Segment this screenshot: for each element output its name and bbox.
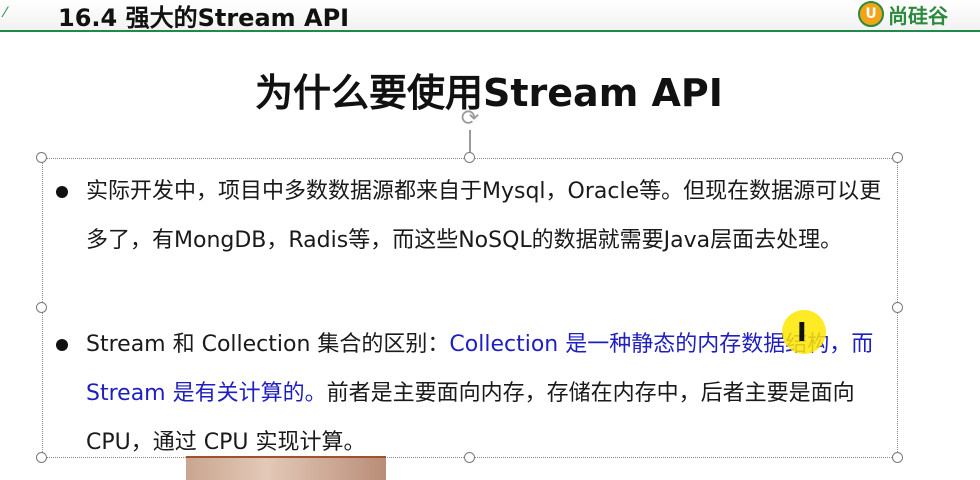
resize-handle-middle-right[interactable] [892, 302, 903, 313]
partial-thumbnail [186, 456, 386, 480]
bullet-dot-icon [56, 339, 68, 351]
resize-handle-middle-left[interactable] [36, 302, 47, 313]
brand-logo-icon: U [858, 1, 884, 27]
slide: ⁄ 16.4 强大的Stream API U 尚硅谷 为什么要使用Stream … [0, 0, 980, 480]
header-title: 16.4 强大的Stream API [58, 4, 350, 32]
resize-handle-top-left[interactable] [36, 152, 47, 163]
brand: U 尚硅谷 [858, 0, 948, 28]
header-bar: ⁄ 16.4 强大的Stream API U 尚硅谷 [0, 0, 980, 32]
resize-handle-top-center[interactable] [464, 152, 475, 163]
bullet-item: 实际开发中，项目中多数数据源都来自于Mysql，Oracle等。但现在数据源可以… [56, 167, 896, 265]
bullet-item: Stream 和 Collection 集合的区别：Collection 是一种… [56, 320, 896, 467]
bullet-dot-icon [56, 186, 68, 198]
bullet-prefix: Stream 和 Collection 集合的区别： [86, 332, 450, 357]
resize-handle-top-right[interactable] [892, 152, 903, 163]
resize-handle-bottom-left[interactable] [36, 452, 47, 463]
chevron-mark-icon: ⁄ [4, 5, 7, 21]
rotate-icon[interactable]: ⟳ [457, 106, 483, 132]
bullet-text: Stream 和 Collection 集合的区别：Collection 是一种… [86, 320, 886, 467]
brand-text: 尚硅谷 [888, 3, 948, 28]
slide-title: 为什么要使用Stream API [255, 71, 723, 115]
text-cursor-icon: I [797, 318, 807, 348]
rotate-handle-stem [469, 130, 471, 154]
bullet-text: 实际开发中，项目中多数数据源都来自于Mysql，Oracle等。但现在数据源可以… [86, 179, 882, 253]
